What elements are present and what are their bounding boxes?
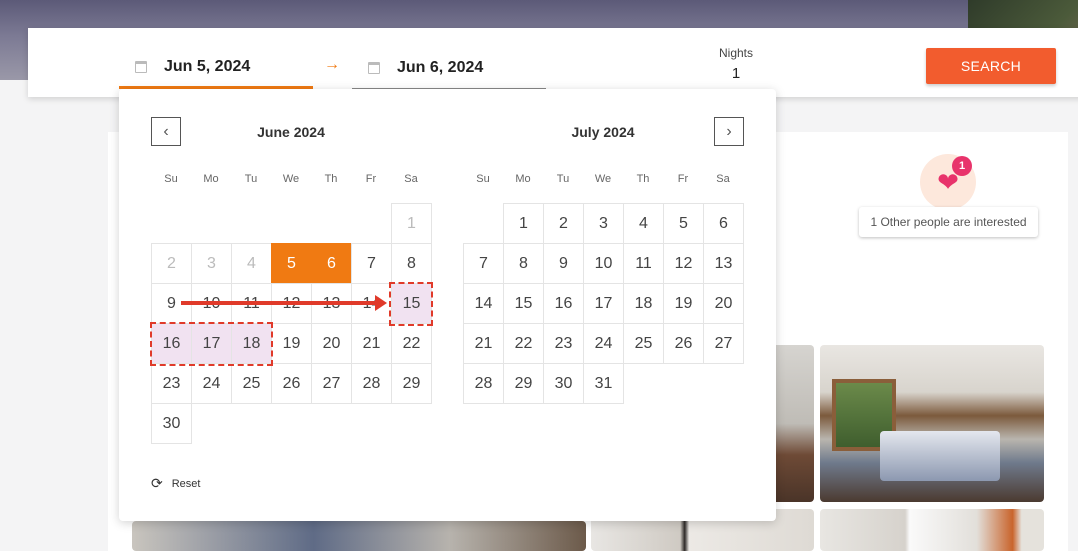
calendar-day[interactable]: 7 <box>351 243 392 284</box>
end-date-field[interactable]: Jun 6, 2024 <box>352 48 546 89</box>
listing-photo[interactable] <box>820 345 1044 502</box>
weekday-label: Mo <box>515 173 531 185</box>
nights-label: Nights <box>718 46 753 60</box>
calendar-day[interactable]: 27 <box>311 363 352 404</box>
weekday-label: Th <box>636 173 650 185</box>
date-picker: ‹ › June 2024 Su Mo Tu We Th Fr Sa 12345… <box>119 89 776 521</box>
calendar-day[interactable]: 7 <box>463 243 504 284</box>
calendar-day[interactable]: 2 <box>543 203 584 244</box>
calendar-day[interactable]: 11 <box>623 243 664 284</box>
calendar-day[interactable]: 19 <box>663 283 704 324</box>
calendar-day: 2 <box>151 243 192 284</box>
calendar-day[interactable]: 31 <box>583 363 624 404</box>
weekday-label: Fr <box>677 173 689 185</box>
interest-count: 1 <box>952 156 972 176</box>
refresh-icon: ⟳ <box>151 475 163 491</box>
weekday-header: Su Mo Tu We Th Fr Sa <box>463 173 743 185</box>
calendar-day[interactable]: 22 <box>391 323 432 364</box>
calendar-day[interactable]: 28 <box>351 363 392 404</box>
weekday-label: Sa <box>716 173 730 185</box>
calendar-day[interactable]: 5 <box>271 243 312 284</box>
arrow-right-icon: → <box>324 56 340 73</box>
calendar-day[interactable]: 1 <box>503 203 544 244</box>
calendar-day[interactable]: 30 <box>151 403 192 444</box>
calendar-day[interactable]: 18 <box>623 283 664 324</box>
calendar-day[interactable]: 17 <box>191 323 232 364</box>
weekday-label: Th <box>324 173 338 185</box>
month-title: July 2024 <box>571 124 635 140</box>
interest-tooltip: 1 Other people are interested <box>859 207 1038 237</box>
calendar-day[interactable]: 21 <box>351 323 392 364</box>
weekday-label: Fr <box>365 173 377 185</box>
calendar-day[interactable]: 8 <box>391 243 432 284</box>
calendar-day[interactable]: 19 <box>271 323 312 364</box>
reset-button[interactable]: ⟳ Reset <box>151 475 200 492</box>
calendar-day[interactable]: 23 <box>151 363 192 404</box>
calendar-day[interactable]: 24 <box>583 323 624 364</box>
annotation-arrow <box>181 295 387 311</box>
calendar-day[interactable]: 23 <box>543 323 584 364</box>
start-date-value: Jun 5, 2024 <box>164 58 251 75</box>
weekday-header: Su Mo Tu We Th Fr Sa <box>151 173 431 185</box>
calendar-day: 3 <box>191 243 232 284</box>
calendar-day[interactable]: 9 <box>543 243 584 284</box>
calendar-day[interactable]: 12 <box>663 243 704 284</box>
search-button[interactable]: SEARCH <box>926 48 1056 84</box>
calendar-day[interactable]: 15 <box>503 283 544 324</box>
weekday-label: Tu <box>556 173 570 185</box>
interest-badge: ❤ 1 <box>920 154 976 210</box>
calendar-day[interactable]: 10 <box>583 243 624 284</box>
calendar-day[interactable]: 3 <box>583 203 624 244</box>
calendar-day[interactable]: 30 <box>543 363 584 404</box>
calendar-day[interactable]: 14 <box>463 283 504 324</box>
calendar-day[interactable]: 21 <box>463 323 504 364</box>
calendar-day: 1 <box>391 203 432 244</box>
calendar-day[interactable]: 26 <box>271 363 312 404</box>
nights-value: 1 <box>731 65 741 82</box>
calendar-icon <box>135 61 147 73</box>
weekday-label: Tu <box>244 173 258 185</box>
calendar-day[interactable]: 25 <box>623 323 664 364</box>
calendar-day: 4 <box>231 243 272 284</box>
listing-photo[interactable] <box>820 509 1044 551</box>
weekday-label: Mo <box>203 173 219 185</box>
weekday-label: Sa <box>404 173 418 185</box>
calendar-day[interactable]: 18 <box>231 323 272 364</box>
calendar-day[interactable]: 29 <box>391 363 432 404</box>
calendar-day[interactable]: 6 <box>311 243 352 284</box>
listing-photo[interactable] <box>132 521 586 551</box>
weekday-label: We <box>594 173 612 185</box>
calendar-day[interactable]: 4 <box>623 203 664 244</box>
calendar-day[interactable]: 29 <box>503 363 544 404</box>
calendar-day[interactable]: 8 <box>503 243 544 284</box>
calendar-day[interactable]: 17 <box>583 283 624 324</box>
calendar-day[interactable]: 16 <box>543 283 584 324</box>
calendar-day[interactable]: 22 <box>503 323 544 364</box>
search-bar: Jun 5, 2024 → Jun 6, 2024 Nights 1 SEARC… <box>28 28 1078 97</box>
calendar-day[interactable]: 5 <box>663 203 704 244</box>
reset-label: Reset <box>171 477 201 490</box>
calendar-day[interactable]: 20 <box>703 283 744 324</box>
calendar-day[interactable]: 6 <box>703 203 744 244</box>
calendar-day[interactable]: 20 <box>311 323 352 364</box>
weekday-label: Su <box>164 173 178 185</box>
calendar-day[interactable]: 27 <box>703 323 744 364</box>
calendar-day[interactable]: 16 <box>151 323 192 364</box>
calendar-day[interactable]: 13 <box>703 243 744 284</box>
calendar-day[interactable]: 24 <box>191 363 232 404</box>
calendar-day[interactable]: 26 <box>663 323 704 364</box>
month-title: June 2024 <box>257 124 325 140</box>
end-date-value: Jun 6, 2024 <box>397 59 484 76</box>
calendar-day[interactable]: 28 <box>463 363 504 404</box>
nights-display: Nights 1 <box>708 46 764 82</box>
calendar-icon <box>368 62 380 74</box>
calendar-day[interactable]: 25 <box>231 363 272 404</box>
weekday-label: We <box>282 173 300 185</box>
start-date-field[interactable]: Jun 5, 2024 <box>119 48 313 89</box>
weekday-label: Su <box>476 173 490 185</box>
calendar-day[interactable]: 15 <box>391 283 432 324</box>
